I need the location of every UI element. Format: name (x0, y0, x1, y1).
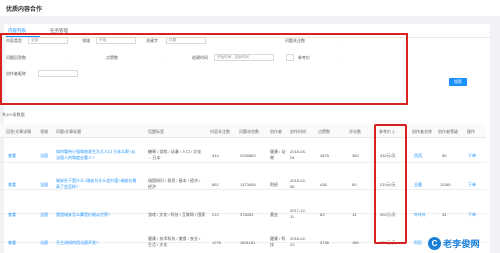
content-type-value: 全部 (31, 38, 39, 42)
ref-price-checkbox[interactable] (286, 54, 294, 61)
level-cell: 50 (442, 153, 447, 158)
question-answers-range[interactable]: - (68, 55, 69, 59)
col-header-date: 创作时间 (290, 129, 306, 134)
author-name-link[interactable]: 西西 (414, 153, 422, 159)
col-header-author: 创作者 (270, 129, 282, 134)
tags-cell: 游戏 / 文化 / 科技 / 互联网 / 国家 (148, 212, 206, 217)
author-nickname-input[interactable] (38, 70, 78, 77)
comments-cell: 14 (352, 212, 357, 217)
domain-select[interactable]: 不限 (96, 37, 136, 44)
date-cell: 2018-04-24 (290, 149, 307, 160)
likes-cell: 83 (320, 212, 325, 217)
watermark-logo: C 老李俊网 (428, 236, 480, 250)
views-cell: 1373406 (240, 182, 256, 187)
tags-cell: 糖果 / 游戏 / 动漫 / 人口 / 文化 ... 日本 (148, 149, 202, 160)
follows-cell: 1276 (212, 240, 221, 245)
order-button[interactable]: 下单 (468, 182, 476, 188)
tags-cell: 健康 / 技术科技 / 美食 / 农业 / 生活 / 文化 (148, 236, 201, 247)
ref-price-range[interactable]: - (342, 55, 343, 59)
domain-cell[interactable]: 法国 (40, 153, 48, 159)
col-header-likes: 点赞数 (318, 129, 330, 134)
create-time-label: 创建时间 (192, 55, 208, 60)
likes-label: 点赞数 (106, 55, 118, 60)
content-type-label: 内容类型 (6, 38, 22, 43)
author-cell: 健康 / 科技 (270, 236, 286, 247)
watermark-text: 老李俊网 (443, 238, 480, 249)
table-row (0, 190, 486, 214)
top-bar: 优质内容合作 (0, 0, 500, 16)
view-detail-link[interactable]: 查看 (8, 182, 16, 188)
col-header-action: 操作 (467, 129, 475, 134)
page-title: 优质内容合作 (6, 7, 43, 13)
author-name-link[interactable]: 阿民 (414, 240, 422, 246)
watermark-logo-icon: C (428, 236, 441, 250)
title-link[interactable]: 如何看待小强和修发生为几人口 日本么呢?从法国人的角度去看人? (56, 149, 138, 160)
date-cell: 2018-02-06 (290, 178, 307, 189)
question-visits-range[interactable]: - (342, 38, 343, 42)
total-count: 共497条数据 (2, 112, 25, 117)
domain-cell[interactable]: 法国 (40, 182, 48, 188)
title-link[interactable]: 瑞安在于是什么?瑞安为什么会升值?瑞安价格高了会怎样? (56, 178, 138, 189)
order-button[interactable]: 下单 (468, 153, 476, 159)
title-link[interactable]: 我国瑞安怎么算是价格从世界? (56, 212, 110, 218)
create-time-range[interactable]: 开始时间 - 结束时间 (214, 54, 274, 61)
domain-cell[interactable]: 法国 (40, 240, 48, 246)
likes-cell: 4878 (320, 153, 329, 158)
author-cell: 基金 (270, 212, 278, 217)
author-cell: 健康 / 动物 (270, 149, 286, 160)
table-row (0, 214, 486, 243)
col-header-author-name: 创作者名称 (412, 129, 432, 134)
keyword-value: 标题 (169, 38, 177, 42)
level-cell: 34 (442, 212, 447, 217)
view-detail-link[interactable]: 查看 (8, 153, 16, 159)
comments-cell: 160 (352, 240, 359, 245)
view-detail-link[interactable]: 查看 (8, 212, 16, 218)
content-type-select[interactable]: 全部 (28, 37, 68, 44)
domain-label: 领域 (82, 38, 90, 43)
tags-cell: 瑞国知识 / 投资 / 基本 / 经济 / 经济 (148, 178, 201, 189)
author-name-link[interactable]: 叶叶叶 (414, 212, 426, 218)
follows-cell: 212 (212, 212, 219, 217)
order-button[interactable]: 下单 (468, 212, 476, 218)
keyword-label: 关键字 (146, 38, 158, 43)
date-cell: 2017-12-11 (290, 208, 307, 219)
likes-cell: 3736 (320, 240, 329, 245)
author-nickname-label: 创作者昵称 (6, 71, 26, 76)
question-answers-label: 问题回答数 (6, 55, 26, 60)
col-header-follows: 内容关注数 (210, 129, 230, 134)
follows-cell: 414 (212, 153, 219, 158)
col-header-detail: 回答/文章详情 (6, 129, 32, 134)
follows-cell: 862 (212, 182, 219, 187)
likes-cell: 436 (320, 182, 327, 187)
ref-price-column-highlight (374, 124, 407, 244)
comments-cell: 360 (352, 153, 359, 158)
question-visits-label: 问题关注数 (285, 38, 305, 43)
author-cell: 财经 (270, 182, 278, 187)
level-cell: 11180 (440, 182, 451, 187)
views-cell: 2045563 (240, 153, 256, 158)
col-header-domain: 领域 (40, 129, 48, 134)
likes-range[interactable]: - (164, 55, 165, 59)
views-cell: 1601181 (240, 240, 256, 245)
col-header-level: 创作者等级 (438, 129, 458, 134)
views-cell: 378453 (240, 212, 254, 217)
col-header-views: 问题浏览数 (239, 129, 259, 134)
view-detail-link[interactable]: 查看 (8, 240, 16, 246)
keyword-input[interactable]: 标题 (166, 37, 206, 44)
filter-panel: 内容类型 全部 领域 不限 关键字 标题 问题关注数 - 问题回答数 - 点赞数… (0, 33, 408, 105)
ref-price-label: 参考价 (298, 55, 310, 60)
title-link[interactable]: 不主流如何用法国开发? (56, 240, 98, 246)
create-time-value: 开始时间 - 结束时间 (217, 55, 249, 59)
search-button[interactable]: 搜索 (449, 78, 467, 86)
col-header-tags: 话题标签 (148, 129, 164, 134)
comments-cell: 60 (352, 182, 357, 187)
domain-cell[interactable]: 法国 (40, 212, 48, 218)
col-header-comments: 评论数 (349, 129, 361, 134)
author-name-link[interactable]: 全墨 (414, 182, 422, 188)
date-cell: 2018-02-23 (290, 236, 307, 247)
col-header-title: 问题/文章标题 (56, 129, 82, 134)
domain-value: 不限 (99, 38, 107, 42)
